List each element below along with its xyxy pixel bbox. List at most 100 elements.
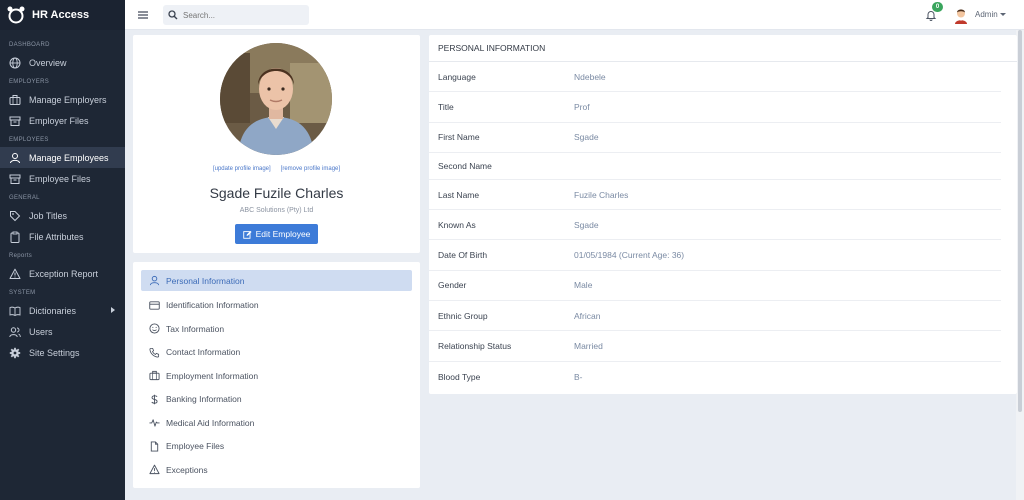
info-row-language: Language Ndebele <box>429 62 1001 93</box>
sidebar: HR Access DASHBOARD Overview EMPLOYERS M… <box>0 0 125 500</box>
menu-item-contact-information[interactable]: Contact Information <box>141 341 412 365</box>
edit-employee-button[interactable]: Edit Employee <box>235 224 318 244</box>
sidebar-item-label: Site Settings <box>29 347 80 358</box>
search-box[interactable] <box>163 5 309 25</box>
info-label: Title <box>438 101 454 112</box>
sidebar-item-job-titles[interactable]: Job Titles <box>0 205 125 226</box>
smile-icon <box>149 323 160 334</box>
info-value: B- <box>574 371 583 382</box>
sidebar-item-label: Manage Employers <box>29 94 107 105</box>
info-label: First Name <box>438 132 480 143</box>
menu-item-label: Identification Information <box>166 300 259 311</box>
sidebar-item-site-settings[interactable]: Site Settings <box>0 342 125 363</box>
search-input[interactable] <box>183 10 303 20</box>
sidebar-item-label: Users <box>29 326 53 337</box>
info-row-relationship-status: Relationship Status Married <box>429 331 1001 362</box>
info-value: Male <box>574 280 593 291</box>
archive-icon <box>9 174 21 184</box>
chevron-right-icon <box>111 307 115 313</box>
sidebar-item-label: Employee Files <box>29 173 91 184</box>
sidebar-item-users[interactable]: Users <box>0 321 125 342</box>
avatar[interactable] <box>953 6 969 24</box>
id-card-icon <box>149 301 160 310</box>
sidebar-item-manage-employers[interactable]: Manage Employers <box>0 89 125 110</box>
info-value: African <box>574 310 601 321</box>
info-label: Known As <box>438 219 476 230</box>
update-profile-image-link[interactable]: [update profile image] <box>213 166 271 172</box>
sidebar-item-label: Dictionaries <box>29 305 77 316</box>
menu-item-employee-files[interactable]: Employee Files <box>141 435 412 459</box>
sidebar-item-manage-employees[interactable]: Manage Employees <box>0 147 125 168</box>
info-label: Language <box>438 71 476 82</box>
info-label: Second Name <box>438 160 492 171</box>
info-label: Date Of Birth <box>438 250 488 261</box>
employee-section-menu: Personal Information Identification Info… <box>133 262 420 488</box>
sidebar-item-label: Employer Files <box>29 115 89 126</box>
user-icon <box>10 152 20 163</box>
info-value: 01/05/1984 (Current Age: 36) <box>574 250 685 261</box>
info-row-second-name: Second Name <box>429 153 1001 180</box>
sidebar-item-exception-report[interactable]: Exception Report <box>0 263 125 284</box>
tag-icon <box>10 210 21 221</box>
sidebar-item-label: Job Titles <box>29 210 68 221</box>
menu-item-label: Tax Information <box>166 323 225 334</box>
briefcase-icon <box>149 371 160 381</box>
sidebar-item-overview[interactable]: Overview <box>0 52 125 73</box>
menu-item-tax-information[interactable]: Tax Information <box>141 317 412 341</box>
edit-employee-label: Edit Employee <box>255 229 311 239</box>
info-row-last-name: Last Name Fuzile Charles <box>429 180 1001 211</box>
users-icon <box>9 326 21 337</box>
sidebar-item-file-attributes[interactable]: File Attributes <box>0 226 125 247</box>
info-value: Prof <box>574 101 590 112</box>
menu-item-label: Personal Information <box>166 275 245 286</box>
personal-information-panel: PERSONAL INFORMATION Language Ndebele Ti… <box>429 35 1017 394</box>
menu-item-personal-information[interactable]: Personal Information <box>141 270 412 291</box>
search-icon <box>168 10 178 20</box>
clipboard-icon <box>10 231 20 243</box>
panel-title: PERSONAL INFORMATION <box>429 35 1017 62</box>
phone-icon <box>149 347 160 358</box>
menu-item-employment-information[interactable]: Employment Information <box>141 364 412 388</box>
info-row-blood-type: Blood Type B- <box>429 362 1001 392</box>
info-label: Gender <box>438 280 467 291</box>
edit-icon <box>242 230 252 239</box>
info-row-first-name: First Name Sgade <box>429 123 1001 153</box>
user-name: Admin <box>975 10 998 19</box>
info-row-title: Title Prof <box>429 92 1001 123</box>
archive-icon <box>9 116 21 126</box>
menu-item-label: Medical Aid Information <box>166 417 255 428</box>
sidebar-item-label: Manage Employees <box>29 152 109 163</box>
menu-item-label: Banking Information <box>166 394 242 405</box>
sidebar-item-employee-files[interactable]: Employee Files <box>0 168 125 189</box>
book-icon <box>9 306 21 316</box>
info-value: Sgade <box>574 219 599 230</box>
logo-icon <box>7 6 25 24</box>
dollar-icon <box>151 394 158 405</box>
menu-item-label: Employment Information <box>166 370 259 381</box>
gear-icon <box>9 347 21 358</box>
info-row-known-as: Known As Sgade <box>429 210 1001 241</box>
remove-profile-image-link[interactable]: [remove profile image] <box>281 166 340 172</box>
sidebar-item-dictionaries[interactable]: Dictionaries <box>0 300 125 321</box>
menu-item-exceptions[interactable]: Exceptions <box>141 458 412 482</box>
menu-item-label: Contact Information <box>166 347 241 358</box>
warning-icon <box>149 464 160 475</box>
briefcase-icon <box>9 94 21 105</box>
brand[interactable]: HR Access <box>0 0 125 30</box>
scrollbar-thumb[interactable] <box>1018 30 1022 412</box>
file-icon <box>150 441 159 452</box>
info-row-gender: Gender Male <box>429 271 1001 302</box>
info-value: Ndebele <box>574 71 606 82</box>
menu-item-medical-aid-information[interactable]: Medical Aid Information <box>141 411 412 435</box>
profile-image-links: [update profile image] [remove profile i… <box>133 166 420 172</box>
info-value: Sgade <box>574 132 599 143</box>
menu-icon[interactable] <box>137 9 149 21</box>
employee-name: Sgade Fuzile Charles <box>209 185 344 201</box>
menu-item-identification-information[interactable]: Identification Information <box>141 294 412 318</box>
scrollbar[interactable] <box>1016 30 1024 500</box>
profile-card: [update profile image] [remove profile i… <box>133 35 420 253</box>
menu-item-banking-information[interactable]: Banking Information <box>141 388 412 412</box>
globe-icon <box>9 57 21 68</box>
sidebar-item-employer-files[interactable]: Employer Files <box>0 110 125 131</box>
user-menu[interactable]: Admin <box>975 10 1006 19</box>
